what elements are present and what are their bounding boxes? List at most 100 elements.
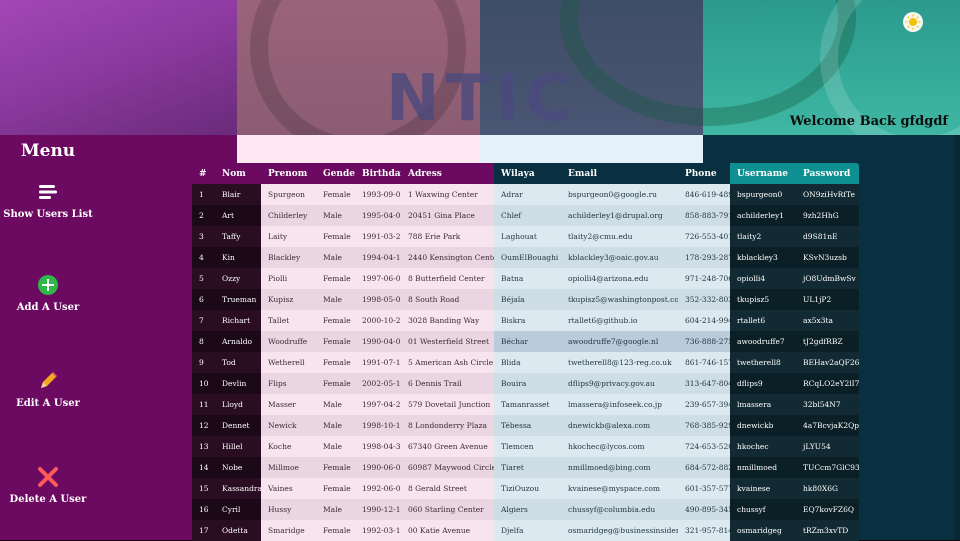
table-row[interactable]: 7 Richart Tallet Female 2000-10-29 3028 Bandi… — [192, 310, 859, 331]
table-cell: Female — [316, 226, 355, 247]
table-cell: 579 Dovetail Junction — [401, 394, 494, 415]
table-cell: 1990-04-09 — [355, 331, 401, 352]
table-cell: 861-746-1574 — [678, 352, 730, 373]
table-row[interactable]: 3 Taffy Laity Female 1991-03-26 788 Erie Park… — [192, 226, 859, 247]
column-header: Birthday — [355, 163, 401, 184]
table-cell: lmassera — [730, 394, 796, 415]
table-cell: Chlef — [494, 205, 561, 226]
table-row[interactable]: 13 Hillel Koche Male 1998-04-30 67340 Green A… — [192, 436, 859, 457]
table-row[interactable]: 12 Dennet Newick Male 1998-10-19 8 Londonderr… — [192, 415, 859, 436]
table-cell: 2 — [192, 205, 215, 226]
table-cell: 5 American Ash Circle — [401, 352, 494, 373]
table-cell: 1994-04-12 — [355, 247, 401, 268]
banner-image-section — [0, 0, 237, 135]
table-row[interactable]: 5 Ozzy Piolli Female 1997-06-08 8 Butterfield… — [192, 268, 859, 289]
table-cell: Lloyd — [215, 394, 261, 415]
theme-toggle-button[interactable] — [903, 12, 923, 32]
banner-logo: NTIC — [386, 62, 578, 135]
table-cell: 1998-05-01 — [355, 289, 401, 310]
table-cell: 726-553-4019 — [678, 226, 730, 247]
table-cell: dnewickb@alexa.com — [561, 415, 678, 436]
table-cell: Biskra — [494, 310, 561, 331]
table-cell: 858-883-7917 — [678, 205, 730, 226]
table-cell: Art — [215, 205, 261, 226]
table-row[interactable]: 4 Kin Blackley Male 1994-04-12 2440 Kensingto… — [192, 247, 859, 268]
table-row[interactable]: 16 Cyril Hussy Male 1990-12-11 060 Starling C… — [192, 499, 859, 520]
sidebar-item-edit-user[interactable]: Edit A User — [0, 370, 96, 409]
table-cell: opiolli4@arizona.edu — [561, 268, 678, 289]
table-cell: 1993-09-05 — [355, 184, 401, 205]
table-cell: 11 — [192, 394, 215, 415]
table-cell: rtallet6 — [730, 310, 796, 331]
sidebar-item-label: Show Users List — [3, 209, 93, 220]
table-cell: Millmoe — [261, 457, 316, 478]
table-cell: Batna — [494, 268, 561, 289]
table-cell: Male — [316, 415, 355, 436]
sidebar-item-delete-user[interactable]: Delete A User — [0, 466, 96, 505]
table-cell: Male — [316, 289, 355, 310]
table-cell: 1997-04-20 — [355, 394, 401, 415]
table-cell: 3 — [192, 226, 215, 247]
table-cell: Female — [316, 520, 355, 541]
table-cell: Hillel — [215, 436, 261, 457]
table-cell: 2440 Kensington Center — [401, 247, 494, 268]
table-row[interactable]: 1 Blair Spurgeon Female 1993-09-05 1 Waxwing … — [192, 184, 859, 205]
table-cell: KSvN3uzsb — [796, 247, 859, 268]
table-row[interactable]: 17 Odetta Smaridge Female 1992-03-18 00 Katie… — [192, 520, 859, 541]
table-cell: Female — [316, 310, 355, 331]
table-cell: Béjaïa — [494, 289, 561, 310]
sun-icon — [905, 14, 921, 30]
table-cell: Kin — [215, 247, 261, 268]
table-cell: 768-385-9297 — [678, 415, 730, 436]
table-row[interactable]: 14 Nobe Millmoe Female 1990-06-03 60987 Maywo… — [192, 457, 859, 478]
table-cell: 5 — [192, 268, 215, 289]
table-cell: Algiers — [494, 499, 561, 520]
column-header: Phone — [678, 163, 730, 184]
table-cell: 1992-03-18 — [355, 520, 401, 541]
scroll-strip — [954, 135, 960, 540]
table-cell: 2002-05-15 — [355, 373, 401, 394]
table-cell: Masser — [261, 394, 316, 415]
table-cell: 601-357-5770 — [678, 478, 730, 499]
table-cell: 178-293-2873 — [678, 247, 730, 268]
table-cell: RCqLO2eY2lI7 — [796, 373, 859, 394]
table-cell: bspurgeon0@google.ru — [561, 184, 678, 205]
table-cell: 01 Westerfield Street — [401, 331, 494, 352]
table-cell: 9zh2HhG — [796, 205, 859, 226]
table-cell: 352-332-8038 — [678, 289, 730, 310]
table-cell: Ozzy — [215, 268, 261, 289]
table-cell: 1997-06-08 — [355, 268, 401, 289]
column-header: Username — [730, 163, 796, 184]
sidebar-item-add-user[interactable]: Add A User — [0, 274, 96, 313]
table-cell: awoodruffe7@google.nl — [561, 331, 678, 352]
table-cell: ax5x3ta — [796, 310, 859, 331]
table-cell: 4a7BcvjaK2Qp — [796, 415, 859, 436]
table-header-row: #NomPrenomGenderBirthdayAdressWilayaEmai… — [192, 163, 859, 184]
table-row[interactable]: 11 Lloyd Masser Male 1997-04-20 579 Dovetail … — [192, 394, 859, 415]
table-cell: Male — [316, 394, 355, 415]
table-cell: Koche — [261, 436, 316, 457]
table-cell: Arnaldo — [215, 331, 261, 352]
table-cell: 00 Katie Avenue — [401, 520, 494, 541]
table-cell: hkochec@lycos.com — [561, 436, 678, 457]
table-row[interactable]: 6 Trueman Kupisz Male 1998-05-01 8 South Road… — [192, 289, 859, 310]
table-cell: Woodruffe — [261, 331, 316, 352]
table-cell: 8 South Road — [401, 289, 494, 310]
table-row[interactable]: 9 Tod Wetherell Female 1991-07-13 5 American … — [192, 352, 859, 373]
table-row[interactable]: 10 Devlin Flips Female 2002-05-15 6 Dennis Tr… — [192, 373, 859, 394]
table-cell: Nobe — [215, 457, 261, 478]
table-cell: Bouira — [494, 373, 561, 394]
table-cell: UL1jP2 — [796, 289, 859, 310]
table-cell: dnewickb — [730, 415, 796, 436]
table-cell: 32bl54N7 — [796, 394, 859, 415]
table-cell: 846-619-4895 — [678, 184, 730, 205]
table-row[interactable]: 15 Kassandra Vaines Female 1992-06-06 8 Geral… — [192, 478, 859, 499]
table-row[interactable]: 2 Art Childerley Male 1995-04-09 20451 Gina P… — [192, 205, 859, 226]
table-cell: 321-957-8147 — [678, 520, 730, 541]
table-cell: Female — [316, 373, 355, 394]
table-cell: Trueman — [215, 289, 261, 310]
sidebar-item-show-users[interactable]: Show Users List — [0, 181, 96, 220]
table-cell: TUCcm7GlC93L — [796, 457, 859, 478]
table-row[interactable]: 8 Arnaldo Woodruffe Female 1990-04-09 01 West… — [192, 331, 859, 352]
table-cell: Female — [316, 457, 355, 478]
